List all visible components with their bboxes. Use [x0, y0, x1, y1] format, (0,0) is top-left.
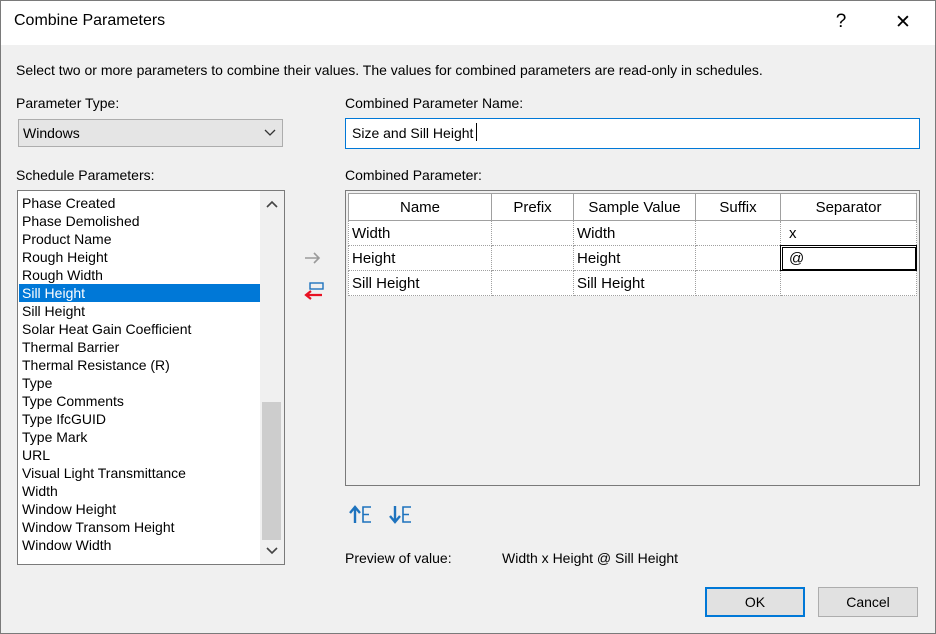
preview-label: Preview of value:: [345, 550, 452, 566]
schedule-parameters-label: Schedule Parameters:: [16, 167, 155, 183]
list-item[interactable]: Solar Heat Gain Coefficient: [19, 320, 261, 338]
cell-suffix[interactable]: [695, 270, 781, 296]
table-row[interactable]: Sill Height Sill Height: [348, 270, 917, 296]
chevron-up-icon: [266, 200, 278, 208]
table-row[interactable]: Width Width x: [348, 220, 917, 246]
cancel-button[interactable]: Cancel: [818, 587, 918, 617]
add-parameter-button[interactable]: [298, 245, 328, 271]
column-header-suffix: Suffix: [695, 193, 781, 221]
cell-name[interactable]: Width: [348, 220, 492, 246]
list-item[interactable]: Width: [19, 482, 261, 500]
list-item[interactable]: Phase Created: [19, 194, 261, 212]
schedule-parameters-list[interactable]: Phase Created Phase Demolished Product Nam…: [17, 190, 285, 565]
ok-button[interactable]: OK: [705, 587, 805, 617]
parameter-type-dropdown[interactable]: Windows: [18, 119, 283, 147]
list-item[interactable]: Type Comments: [19, 392, 261, 410]
parameter-type-value: Windows: [23, 125, 80, 141]
move-down-icon: [389, 506, 411, 524]
cell-suffix[interactable]: [695, 245, 781, 271]
column-header-separator: Separator: [780, 193, 917, 221]
cell-sample-value: Sill Height: [573, 270, 696, 296]
schedule-parameters-items: Phase Created Phase Demolished Product Nam…: [19, 194, 261, 554]
grid-header-row: Name Prefix Sample Value Suffix Separato…: [348, 193, 917, 221]
cell-name[interactable]: Height: [348, 245, 492, 271]
cell-prefix[interactable]: [491, 220, 574, 246]
list-scrollbar[interactable]: [260, 191, 284, 564]
remove-parameter-button[interactable]: [298, 279, 328, 305]
dialog-title: Combine Parameters: [14, 12, 166, 29]
cell-prefix[interactable]: [491, 270, 574, 296]
list-item[interactable]: Thermal Barrier: [19, 338, 261, 356]
list-item[interactable]: Type: [19, 374, 261, 392]
close-icon: ✕: [895, 11, 911, 33]
list-item[interactable]: Sill Height: [19, 302, 261, 320]
list-item[interactable]: Rough Width: [19, 266, 261, 284]
close-button[interactable]: ✕: [881, 7, 925, 37]
cell-name[interactable]: Sill Height: [348, 270, 492, 296]
combined-name-field-box: [345, 118, 920, 149]
scroll-down-button[interactable]: [260, 538, 284, 564]
column-header-prefix: Prefix: [491, 193, 574, 221]
list-item[interactable]: Rough Height: [19, 248, 261, 266]
move-up-button[interactable]: [346, 501, 376, 527]
list-item[interactable]: Sill Height: [19, 284, 261, 302]
scroll-up-button[interactable]: [260, 191, 284, 217]
cell-separator[interactable]: x: [780, 220, 917, 246]
combined-parameter-grid: Name Prefix Sample Value Suffix Separato…: [345, 190, 920, 486]
chevron-down-icon: [266, 547, 278, 555]
scroll-thumb[interactable]: [262, 402, 281, 540]
title-bar: Combine Parameters ? ✕: [1, 1, 935, 45]
list-item[interactable]: Phase Demolished: [19, 212, 261, 230]
remove-arrow-icon: [304, 282, 324, 300]
combined-name-label: Combined Parameter Name:: [345, 95, 524, 111]
cell-sample-value: Height: [573, 245, 696, 271]
list-item[interactable]: Window Height: [19, 500, 261, 518]
cell-suffix[interactable]: [695, 220, 781, 246]
move-up-icon: [349, 505, 371, 523]
cell-prefix[interactable]: [491, 245, 574, 271]
combine-parameters-dialog: Combine Parameters ? ✕ Select two or mor…: [0, 0, 936, 634]
list-item[interactable]: Thermal Resistance (R): [19, 356, 261, 374]
combined-parameter-label: Combined Parameter:: [345, 167, 482, 183]
list-item[interactable]: Visual Light Transmittance: [19, 464, 261, 482]
parameter-type-label: Parameter Type:: [16, 95, 120, 111]
combined-name-input[interactable]: [352, 125, 892, 141]
list-item[interactable]: Type Mark: [19, 428, 261, 446]
move-down-button[interactable]: [386, 501, 416, 527]
help-icon: ?: [835, 11, 847, 32]
chevron-down-icon: [262, 124, 278, 145]
list-item[interactable]: Window Transom Height: [19, 518, 261, 536]
column-header-sample-value: Sample Value: [573, 193, 696, 221]
preview-value: Width x Height @ Sill Height: [502, 550, 679, 566]
list-item[interactable]: Type IfcGUID: [19, 410, 261, 428]
table-row[interactable]: Height Height @: [348, 245, 917, 271]
text-caret: [476, 123, 477, 141]
cell-sample-value: Width: [573, 220, 696, 246]
cell-separator-active[interactable]: @: [780, 245, 917, 271]
column-header-name: Name: [348, 193, 492, 221]
list-item[interactable]: URL: [19, 446, 261, 464]
list-item[interactable]: Window Width: [19, 536, 261, 554]
arrow-right-icon: [305, 252, 321, 264]
cell-separator[interactable]: [780, 270, 917, 296]
help-button[interactable]: ?: [819, 7, 863, 37]
instructions-text: Select two or more parameters to combine…: [16, 62, 763, 78]
list-item[interactable]: Product Name: [19, 230, 261, 248]
